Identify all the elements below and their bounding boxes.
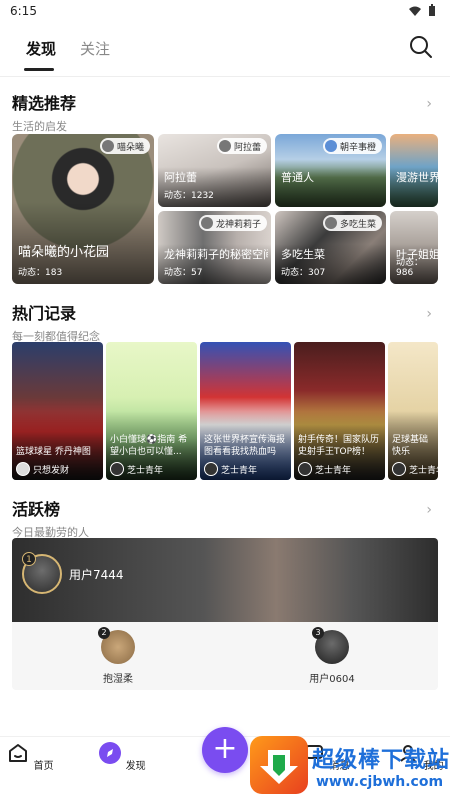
avatar: 2	[98, 627, 135, 664]
featured-card[interactable]: 龙神莉莉子 龙神莉莉子的秘密空间 动态：57	[158, 211, 271, 284]
nav-discover-label: 发现	[125, 761, 146, 772]
hot-title: 热门记录	[12, 304, 77, 323]
tab-follow[interactable]: 关注	[80, 38, 110, 59]
rank-user-name: 抱湿柔	[103, 674, 133, 685]
rank-badge: 3	[312, 627, 324, 639]
watermark: 超级棒下载站 www.cjbwh.com	[250, 736, 450, 798]
hot-card[interactable]: 小白懂球⚽指南 希望小白也可以懂... 芝士青年	[106, 342, 197, 480]
rank-user[interactable]: 2 抱湿柔	[78, 627, 158, 685]
rank-user-name: 用户0604	[309, 674, 355, 685]
card-title: 普通人	[281, 171, 314, 184]
avatar	[110, 462, 124, 476]
hot-text: 篮球球星 乔丹神图	[16, 447, 91, 457]
chevron-right-icon: ›	[426, 502, 432, 518]
activity-board: 1 用户7444 2 抱湿柔 3 用户0604	[12, 538, 438, 690]
featured-card[interactable]: 多吃生菜 多吃生菜 动态：307	[275, 211, 386, 284]
hot-header[interactable]: 热门记录 每一刻都值得纪念 ›	[12, 300, 438, 344]
card-count: 动态：183	[18, 268, 63, 278]
hot-author: 芝士青年	[110, 462, 163, 476]
add-button[interactable]: +	[202, 727, 248, 773]
top-user-name: 用户7444	[69, 568, 124, 582]
nav-divider	[0, 76, 450, 77]
featured-card[interactable]: 漫游世界	[390, 134, 438, 207]
hot-card[interactable]: 射手传奇！国家队历史射手王TOP榜！ 芝士青年	[294, 342, 385, 480]
battery-icon	[429, 4, 435, 16]
hot-card[interactable]: 足球基础 快乐 芝士青年	[388, 342, 438, 480]
chevron-right-icon: ›	[426, 306, 432, 322]
nav-home-label: 首页	[33, 761, 54, 772]
featured-title: 精选推荐	[12, 94, 77, 113]
status-icons	[408, 4, 436, 17]
activity-header[interactable]: 活跃榜 今日最勤劳的人 ›	[12, 496, 438, 540]
hot-text: 射手传奇！国家队历史射手王TOP榜！	[298, 435, 380, 457]
featured-subtitle: 生活的启发	[12, 120, 67, 133]
hot-card[interactable]: 这张世界杯宣传海报 图看看我找热血吗 芝士青年	[200, 342, 291, 480]
activity-title: 活跃榜	[12, 500, 61, 519]
hot-text: 这张世界杯宣传海报 图看看我找热血吗	[204, 435, 286, 457]
avatar	[392, 462, 406, 476]
user-pill: 喵朵曦	[99, 138, 150, 154]
top-user-banner[interactable]: 1 用户7444	[12, 538, 438, 622]
nav-home[interactable]: 首页	[0, 741, 60, 772]
card-count: 动态：57	[164, 268, 203, 278]
featured-card[interactable]: 叶子姐姐 动态：986	[390, 211, 438, 284]
hot-author: 芝士青年	[298, 462, 351, 476]
featured-card[interactable]: 喵朵曦 喵朵曦的小花园 动态：183	[12, 134, 154, 284]
hot-author: 芝士青年	[392, 462, 438, 476]
rank-badge: 1	[22, 552, 36, 566]
featured-card[interactable]: 朝辛事橙 普通人	[275, 134, 386, 207]
hot-author: 只想发财	[16, 462, 69, 476]
card-title: 多吃生菜	[281, 248, 325, 261]
hot-author: 芝士青年	[204, 462, 257, 476]
card-count: 动态：1232	[164, 191, 214, 201]
top-nav: 发现 关注	[0, 30, 450, 74]
status-time: 6:15	[10, 4, 37, 18]
card-title: 阿拉蕾	[164, 171, 197, 184]
card-count: 动态：307	[281, 268, 326, 278]
avatar: 3	[312, 627, 349, 664]
chevron-right-icon: ›	[426, 96, 432, 112]
tab-discover[interactable]: 发现	[23, 38, 56, 71]
avatar	[298, 462, 312, 476]
compass-icon	[99, 742, 122, 764]
user-pill: 龙神莉莉子	[198, 215, 267, 231]
status-bar: 6:15	[0, 0, 450, 24]
rank-user[interactable]: 3 用户0604	[292, 627, 372, 685]
hot-text: 小白懂球⚽指南 希望小白也可以懂...	[110, 435, 188, 457]
card-title: 龙神莉莉子的秘密空间	[164, 248, 268, 261]
avatar	[16, 462, 30, 476]
watermark-url: www.cjbwh.com	[316, 774, 444, 790]
watermark-logo	[250, 736, 308, 794]
rank-badge: 2	[98, 627, 110, 639]
wifi-icon	[409, 6, 421, 16]
hot-card[interactable]: 篮球球星 乔丹神图 只想发财	[12, 342, 103, 480]
avatar	[204, 462, 218, 476]
user-pill: 朝辛事橙	[322, 138, 382, 154]
card-title: 漫游世界	[396, 171, 438, 184]
watermark-text: 超级棒下载站	[312, 748, 450, 773]
user-pill: 多吃生菜	[322, 215, 382, 231]
featured-card[interactable]: 阿拉蕾 阿拉蕾 动态：1232	[158, 134, 271, 207]
featured-header[interactable]: 精选推荐 生活的启发 ›	[12, 90, 438, 134]
search-icon[interactable]	[408, 34, 434, 60]
home-icon	[9, 744, 28, 762]
hot-text: 足球基础 快乐	[392, 435, 429, 457]
card-count: 动态：986	[396, 258, 424, 278]
card-title: 喵朵曦的小花园	[18, 245, 110, 260]
nav-discover[interactable]: 发现	[92, 741, 152, 772]
user-pill: 阿拉蕾	[216, 138, 267, 154]
